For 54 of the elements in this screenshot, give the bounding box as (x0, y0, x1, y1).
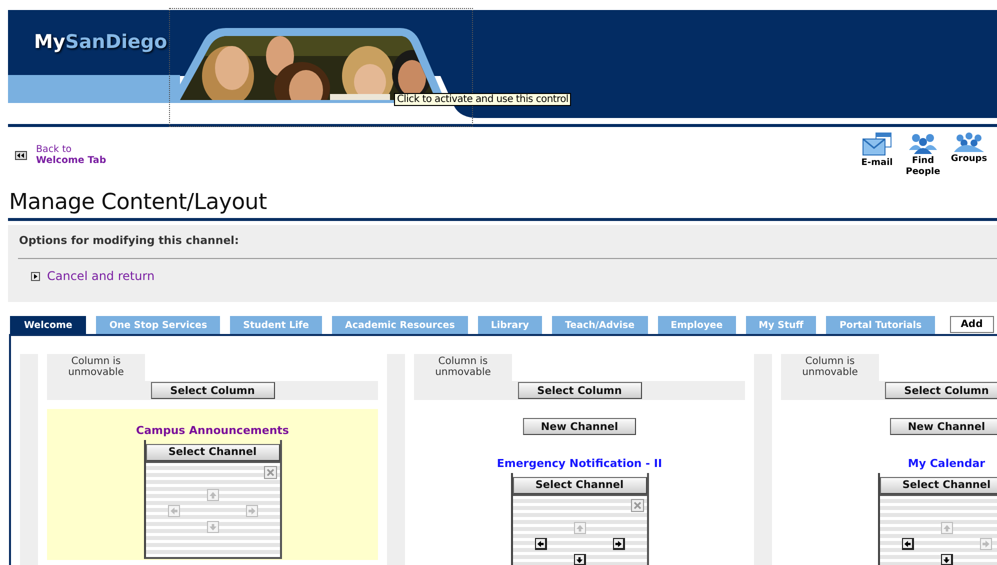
arrow-left-icon (536, 538, 544, 548)
select-channel-button[interactable]: Select Channel (880, 476, 997, 494)
close-button[interactable] (630, 498, 644, 512)
arrow-down-icon (942, 554, 950, 564)
groups-link[interactable]: Groups (950, 132, 988, 178)
page-title: Manage Content/Layout (9, 190, 268, 215)
envelope-icon (862, 132, 892, 156)
options-heading: Options for modifying this channel: (19, 234, 240, 247)
arrow-down-icon (208, 522, 218, 532)
move-right-button[interactable] (612, 538, 624, 550)
email-link[interactable]: E-mail (858, 132, 896, 178)
play-icon (31, 272, 40, 280)
column-status: Column is unmovable (781, 354, 879, 381)
group-icon (953, 132, 985, 152)
close-button[interactable] (264, 466, 276, 478)
move-down-button[interactable] (574, 554, 586, 565)
logo: MySanDiego (34, 31, 168, 53)
arrow-down-icon (574, 554, 584, 564)
arrow-right-icon (614, 538, 622, 548)
cancel-link[interactable]: Cancel and return (47, 269, 155, 283)
people-icon (908, 132, 938, 154)
add-button[interactable]: Add (950, 316, 994, 333)
move-up-button[interactable] (206, 488, 218, 500)
back-link[interactable]: Back to Welcome Tab (36, 144, 106, 166)
arrow-left-icon (902, 538, 912, 548)
column-status: Column is unmovable (47, 354, 145, 381)
move-left-button[interactable] (902, 538, 914, 550)
select-channel-button[interactable]: Select Channel (146, 444, 280, 460)
select-column-button[interactable]: Select Column (884, 382, 997, 399)
people-link[interactable]: Find People (904, 132, 942, 178)
new-channel-button[interactable]: New Channel (890, 418, 997, 435)
channel-title: My Calendar (908, 457, 986, 470)
arrow-up-icon (942, 522, 952, 532)
arrow-right-icon (980, 538, 990, 548)
close-icon (264, 466, 276, 478)
arrow-up-icon (208, 490, 218, 500)
arrow-left-icon (168, 506, 178, 516)
select-column-button[interactable]: Select Column (150, 382, 274, 399)
rewind-icon (15, 150, 27, 160)
arrow-up-icon (574, 522, 584, 532)
close-icon (632, 500, 642, 510)
channel-title: Emergency Notification - II (496, 457, 662, 470)
channel-title: Campus Announcements (136, 424, 289, 437)
move-left-button[interactable] (534, 538, 546, 550)
column-status: Column is unmovable (414, 354, 512, 381)
arrow-right-icon (246, 506, 256, 516)
tab[interactable]: Welcome (10, 316, 86, 334)
move-up-button[interactable] (574, 522, 586, 534)
new-channel-button[interactable]: New Channel (523, 418, 636, 435)
move-down-button[interactable] (940, 554, 952, 565)
tooltip: Click to activate and use this control (394, 93, 572, 106)
move-up-button[interactable] (940, 522, 952, 534)
select-column-button[interactable]: Select Column (518, 382, 642, 399)
select-channel-button[interactable]: Select Channel (512, 476, 646, 494)
